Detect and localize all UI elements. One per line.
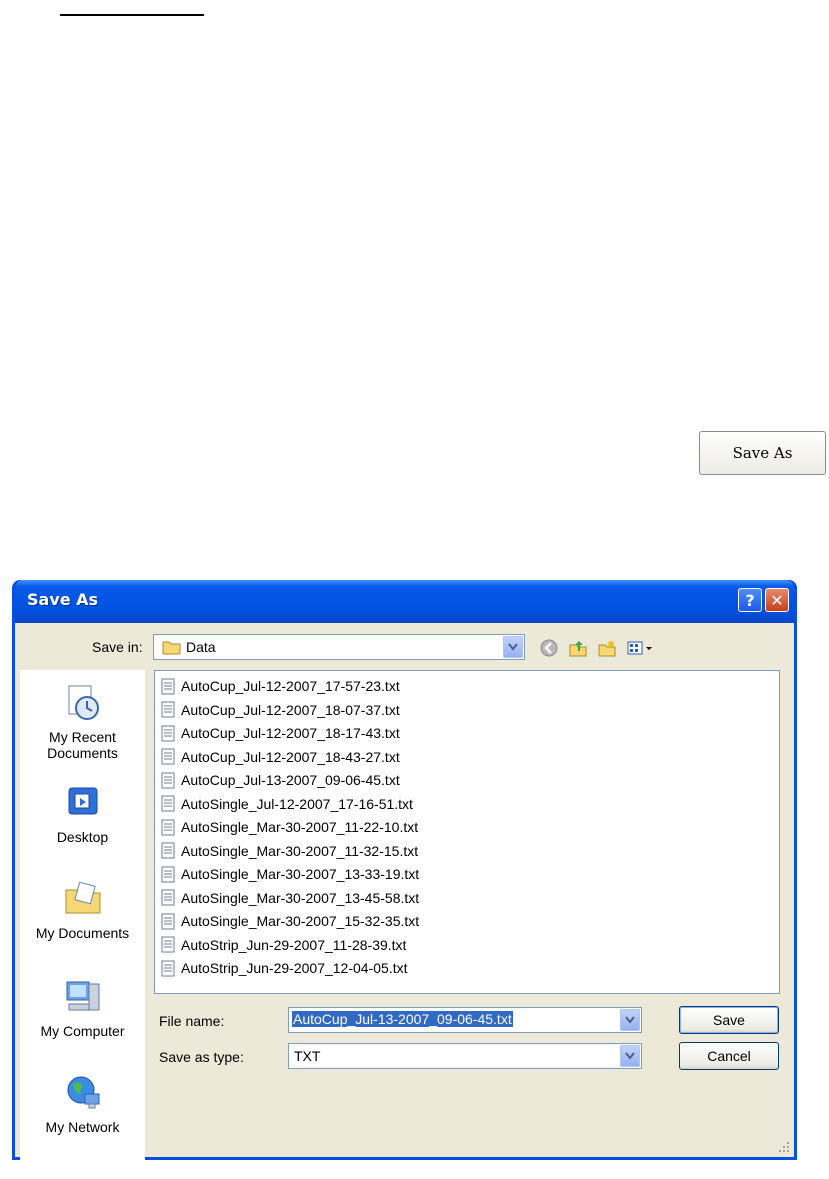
- dialog-title: Save As: [27, 590, 99, 609]
- save-button[interactable]: Save: [679, 1006, 779, 1034]
- file-name: AutoCup_Jul-12-2007_18-43-27.txt: [181, 748, 400, 765]
- file-name: AutoCup_Jul-12-2007_17-57-23.txt: [181, 678, 400, 694]
- save-in-value: Data: [186, 639, 216, 655]
- file-list-item[interactable]: AutoSingle_Mar-30-2007_11-22-10.txt: [161, 816, 418, 838]
- my-computer-icon: [66, 981, 99, 1011]
- chevron-down-icon[interactable]: [503, 636, 523, 658]
- file-name-label: File name:: [159, 1013, 225, 1029]
- file-name: AutoSingle_Jul-12-2007_17-16-51.txt: [181, 795, 413, 812]
- text-file-icon: [161, 842, 175, 859]
- save-as-type-dropdown[interactable]: TXT: [288, 1043, 642, 1069]
- dialog-body: Save in: Data My Recent Documents Deskto…: [15, 623, 794, 1160]
- place-label-line1: My Documents: [35, 925, 130, 941]
- resize-grip-icon[interactable]: [778, 1141, 790, 1153]
- place-label-line1: My Network: [45, 1119, 120, 1135]
- place-my-computer[interactable]: My Computer: [20, 976, 145, 1039]
- file-name: AutoSingle_Mar-30-2007_11-32-15.txt: [181, 842, 419, 859]
- save-in-label: Save in:: [92, 639, 143, 655]
- file-name: AutoCup_Jul-12-2007_18-07-37.txt: [181, 701, 400, 718]
- my-documents-icon: [65, 881, 100, 914]
- file-name: AutoCup_Jul-13-2007_09-06-45.txt: [181, 772, 400, 788]
- save-as-dialog: Save As ? ✕ Save in: Data My Recent Docu…: [12, 580, 797, 1160]
- chevron-down-icon[interactable]: [620, 1045, 640, 1067]
- text-file-icon: [161, 866, 175, 882]
- text-file-icon: [161, 772, 175, 788]
- file-name-value[interactable]: AutoCup_Jul-13-2007_09-06-45.txt: [292, 1011, 513, 1027]
- file-list-item[interactable]: AutoSingle_Jul-12-2007_17-16-51.txt: [161, 793, 413, 815]
- save-in-dropdown[interactable]: Data: [153, 634, 525, 660]
- file-list-item[interactable]: AutoCup_Jul-12-2007_18-43-27.txt: [161, 746, 400, 768]
- save-as-type-value: TXT: [294, 1048, 321, 1064]
- places-bar: My Recent Documents Desktop My Documents: [20, 670, 145, 1160]
- place-label-line1: My Recent: [49, 729, 116, 745]
- save-as-type-label: Save as type:: [159, 1049, 244, 1065]
- file-list-item[interactable]: AutoStrip_Jun-29-2007_11-28-39.txt: [161, 934, 406, 956]
- folder-icon: [162, 641, 181, 655]
- close-button[interactable]: ✕: [765, 588, 789, 612]
- place-label-line2: Documents: [47, 745, 118, 761]
- text-file-icon: [161, 701, 175, 718]
- file-list-item[interactable]: AutoCup_Jul-12-2007_17-57-23.txt: [161, 675, 400, 697]
- cancel-button[interactable]: Cancel: [679, 1042, 779, 1070]
- text-file-icon: [161, 748, 175, 765]
- place-my-network[interactable]: My Network: [20, 1072, 145, 1135]
- dialog-titlebar[interactable]: Save As ? ✕: [15, 580, 794, 623]
- file-list-item[interactable]: AutoSingle_Mar-30-2007_13-45-58.txt: [161, 887, 419, 909]
- file-name: AutoSingle_Mar-30-2007_15-32-35.txt: [181, 913, 420, 929]
- up-folder-icon[interactable]: [568, 638, 588, 658]
- place-label-line1: Desktop: [56, 829, 109, 845]
- file-name: AutoStrip_Jun-29-2007_12-04-05.txt: [181, 960, 408, 976]
- text-file-icon: [161, 913, 175, 929]
- file-list-item[interactable]: AutoSingle_Mar-30-2007_13-33-19.txt: [161, 863, 419, 885]
- file-name: AutoSingle_Mar-30-2007_11-22-10.txt: [181, 819, 419, 835]
- file-name-input[interactable]: AutoCup_Jul-13-2007_09-06-45.txt: [288, 1007, 642, 1033]
- view-menu-icon[interactable]: [626, 638, 656, 658]
- text-file-icon: [161, 960, 175, 976]
- text-file-icon: [161, 795, 175, 812]
- my-network-icon: [67, 1076, 99, 1109]
- text-file-icon: [161, 936, 175, 953]
- file-list-item[interactable]: AutoCup_Jul-13-2007_09-06-45.txt: [161, 769, 400, 791]
- file-name: AutoSingle_Mar-30-2007_13-33-19.txt: [181, 866, 420, 882]
- place-desktop[interactable]: Desktop: [20, 782, 145, 845]
- place-label-line1: My Computer: [40, 1023, 125, 1039]
- place-my-documents[interactable]: My Documents: [20, 878, 145, 941]
- dialog-toolbar: [539, 638, 656, 658]
- new-folder-icon[interactable]: [597, 638, 617, 658]
- file-list-item[interactable]: AutoSingle_Mar-30-2007_15-32-35.txt: [161, 910, 419, 932]
- save-as-button[interactable]: Save As: [699, 431, 826, 475]
- file-list-item[interactable]: AutoCup_Jul-12-2007_18-07-37.txt: [161, 699, 400, 721]
- file-name: AutoCup_Jul-12-2007_18-17-43.txt: [181, 725, 400, 741]
- file-list[interactable]: AutoCup_Jul-12-2007_17-57-23.txt AutoCup_…: [154, 670, 780, 994]
- file-name: AutoStrip_Jun-29-2007_11-28-39.txt: [181, 936, 407, 953]
- file-name: AutoSingle_Mar-30-2007_13-45-58.txt: [181, 889, 420, 906]
- file-list-item[interactable]: AutoStrip_Jun-29-2007_12-04-05.txt: [161, 957, 407, 979]
- back-icon[interactable]: [539, 638, 559, 658]
- place-my-recent-documents[interactable]: My Recent Documents: [20, 682, 145, 761]
- chevron-down-icon[interactable]: [620, 1009, 640, 1031]
- text-file-icon: [161, 889, 175, 906]
- top-underline-decoration: [60, 14, 204, 16]
- help-button[interactable]: ?: [738, 588, 762, 612]
- recent-documents-icon: [68, 685, 99, 720]
- text-file-icon: [161, 725, 175, 741]
- file-list-item[interactable]: AutoCup_Jul-12-2007_18-17-43.txt: [161, 722, 400, 744]
- text-file-icon: [161, 678, 175, 694]
- file-list-item[interactable]: AutoSingle_Mar-30-2007_11-32-15.txt: [161, 840, 418, 862]
- text-file-icon: [161, 819, 175, 835]
- desktop-icon: [68, 787, 97, 815]
